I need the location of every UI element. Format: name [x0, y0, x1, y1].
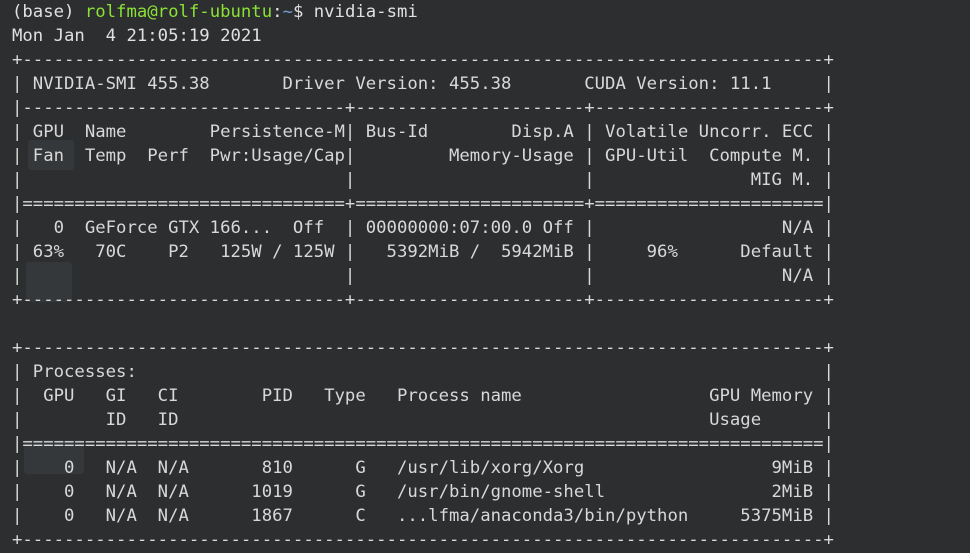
terminal-window[interactable]: (base) rolfma@rolf-ubuntu:~$ nvidia-smi M… — [0, 0, 970, 553]
smi-output-line: |===============================+=======… — [12, 194, 834, 214]
command-text: nvidia-smi — [313, 2, 418, 22]
smi-output-line: |-------------------------------+-------… — [12, 98, 834, 118]
smi-output-line: | 0 N/A N/A 1019 G /usr/bin/gnome-shell … — [12, 482, 834, 502]
timestamp-line: Mon Jan 4 21:05:19 2021 — [12, 26, 262, 46]
smi-output-line: +---------------------------------------… — [12, 338, 834, 358]
smi-output-line: | | | MIG M. | — [12, 170, 834, 190]
smi-output-line: | GPU GI CI PID Type Process name GPU Me… — [12, 386, 834, 406]
smi-output-line: | NVIDIA-SMI 455.38 Driver Version: 455.… — [12, 74, 834, 94]
smi-output-line: |=======================================… — [12, 434, 834, 454]
smi-output-line: | | | N/A | — [12, 266, 834, 286]
smi-output-line: | ID ID Usage | — [12, 410, 834, 430]
nvidia-smi-table: +---------------------------------------… — [12, 48, 834, 552]
prompt-line: (base) rolfma@rolf-ubuntu:~$ nvidia-smi — [12, 0, 834, 24]
current-path: ~ — [282, 2, 293, 22]
smi-output-line — [12, 312, 834, 336]
smi-output-line: | Processes: | — [12, 362, 834, 382]
prompt-symbol: $ — [292, 2, 304, 22]
smi-output-line: | 0 N/A N/A 1867 C ...lfma/anaconda3/bin… — [12, 506, 834, 526]
terminal-output: (base) rolfma@rolf-ubuntu:~$ nvidia-smi M… — [12, 0, 834, 552]
prompt-separator: : — [272, 2, 283, 22]
user-host: rolfma@rolf-ubuntu — [84, 2, 273, 22]
smi-output-line: +-------------------------------+-------… — [12, 290, 834, 310]
smi-output-line: +---------------------------------------… — [12, 50, 834, 70]
conda-env: (base) — [12, 2, 75, 22]
smi-output-line: | Fan Temp Perf Pwr:Usage/Cap| Memory-Us… — [12, 146, 834, 166]
smi-output-line: | GPU Name Persistence-M| Bus-Id Disp.A … — [12, 122, 834, 142]
smi-output-line: +---------------------------------------… — [12, 530, 834, 550]
smi-output-line: | 63% 70C P2 125W / 125W | 5392MiB / 594… — [12, 242, 834, 262]
smi-output-line: | 0 N/A N/A 810 G /usr/lib/xorg/Xorg 9Mi… — [12, 458, 834, 478]
smi-output-line: | 0 GeForce GTX 166... Off | 00000000:07… — [12, 218, 834, 238]
